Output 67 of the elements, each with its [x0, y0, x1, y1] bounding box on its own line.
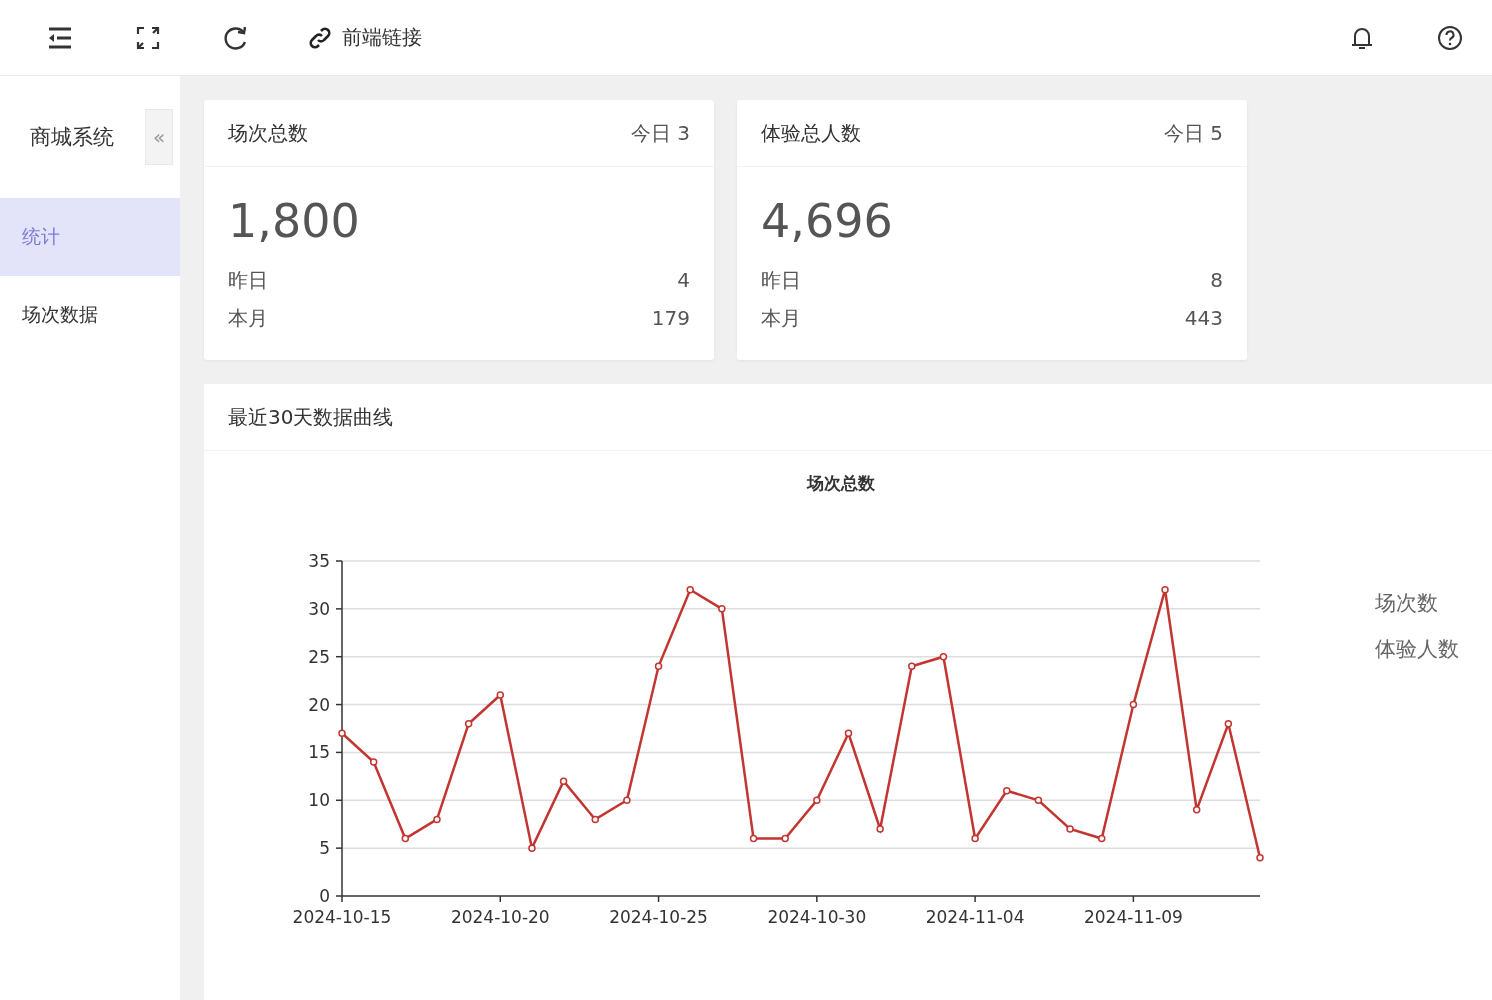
data-point	[1192, 806, 1201, 814]
data-point	[369, 758, 378, 766]
y-tick-label: 30	[308, 598, 330, 619]
chart-title: 场次总数	[807, 473, 875, 493]
data-point	[749, 834, 758, 843]
link-icon	[308, 25, 332, 50]
data-point	[433, 815, 441, 824]
stat-label: 本月	[228, 305, 268, 332]
data-point	[686, 585, 694, 594]
data-point	[401, 834, 410, 843]
data-point	[338, 729, 346, 738]
data-point	[591, 815, 599, 824]
total-number: 4,696	[761, 193, 894, 250]
data-point	[1003, 786, 1011, 795]
x-tick-label: 2024-10-15	[292, 907, 392, 927]
legend-item[interactable]: 体验人数	[1375, 637, 1459, 661]
data-point	[528, 844, 536, 852]
data-point	[939, 652, 948, 661]
y-tick-label: 35	[308, 551, 330, 571]
y-tick-label: 20	[308, 694, 330, 715]
x-tick-label: 2024-11-04	[925, 907, 1025, 927]
data-point	[781, 834, 789, 843]
data-point	[1256, 853, 1264, 862]
legend-item[interactable]: 场次数	[1375, 591, 1438, 615]
data-point	[718, 605, 726, 613]
stat-label: 本月	[761, 305, 801, 332]
stat-value: 179	[651, 305, 690, 332]
data-point	[908, 662, 916, 671]
data-point	[1097, 834, 1106, 843]
card-title: 场次总数	[228, 119, 308, 147]
data-point	[844, 729, 853, 738]
stat-value: 443	[1184, 305, 1223, 332]
data-point	[1161, 585, 1169, 594]
x-tick-label: 2024-10-30	[767, 907, 867, 927]
stat-value: 4	[677, 267, 690, 294]
stat-value: 8	[1210, 267, 1223, 294]
data-point	[813, 796, 821, 805]
data-point	[464, 719, 473, 728]
data-point	[1034, 796, 1043, 805]
data-point	[1129, 700, 1138, 709]
total-number: 1,800	[228, 193, 361, 250]
y-tick-label: 25	[308, 646, 330, 667]
panel-title: 最近30天数据曲线	[204, 384, 1492, 451]
data-point	[971, 834, 979, 843]
sidebar-title: 商城系统	[30, 124, 115, 151]
stat-label: 昨日	[228, 267, 268, 294]
today-count: 今日 3	[630, 119, 690, 147]
frontend-link[interactable]: 前端链接	[308, 24, 422, 51]
x-tick-label: 2024-10-20	[450, 907, 550, 927]
card-title: 体验总人数	[761, 119, 861, 147]
sidebar-item[interactable]: 场次数据	[0, 276, 180, 354]
data-point	[559, 777, 568, 785]
y-tick-label: 0	[319, 886, 330, 906]
data-point	[496, 691, 505, 699]
data-point	[623, 796, 631, 805]
stat-label: 昨日	[761, 267, 801, 294]
x-tick-label: 2024-10-25	[609, 907, 708, 927]
data-point	[654, 662, 663, 671]
y-tick-label: 5	[319, 838, 330, 859]
sidebar-item[interactable]: 统计	[0, 198, 180, 276]
data-point	[876, 825, 884, 833]
y-tick-label: 15	[308, 742, 330, 763]
data-point	[1066, 825, 1074, 833]
x-tick-label: 2024-11-09	[1084, 907, 1183, 927]
data-point	[1224, 719, 1233, 728]
y-tick-label: 10	[308, 790, 330, 811]
today-count: 今日 5	[1163, 119, 1223, 147]
